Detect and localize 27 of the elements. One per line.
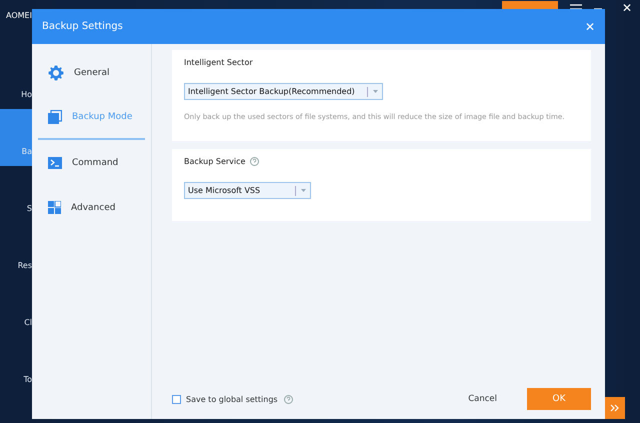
sidebar-item[interactable]: Ho (0, 52, 32, 109)
section-title: Backup Service (184, 157, 246, 166)
save-global-checkbox[interactable]: Save to global settings (172, 394, 278, 404)
close-button[interactable]: ✕ (614, 1, 640, 15)
app-title: AOMEI (6, 10, 32, 20)
sidebar-item[interactable]: Res (0, 223, 32, 280)
copy-icon (48, 110, 62, 124)
cancel-button[interactable]: Cancel (462, 393, 503, 405)
sidebar-item[interactable]: S (0, 166, 32, 223)
dialog-title: Backup Settings (42, 21, 124, 32)
caret-icon (301, 189, 306, 192)
dropdown[interactable]: Intelligent Sector Backup(Recommended) (184, 83, 383, 100)
gear-icon (48, 64, 64, 80)
next-button[interactable] (605, 397, 625, 419)
dropdown[interactable]: Use Microsoft VSS (184, 182, 311, 199)
grid-icon (48, 201, 61, 214)
help-icon[interactable] (284, 394, 293, 404)
checkbox[interactable] (172, 394, 181, 404)
help-icon[interactable] (250, 157, 260, 166)
sidebar-item[interactable]: To (0, 337, 32, 394)
nav-tab[interactable]: General (38, 50, 145, 95)
caret-icon (373, 90, 378, 93)
section-title: Intelligent Sector (184, 58, 253, 67)
nav-tab[interactable]: Advanced (38, 185, 145, 230)
nav-tab[interactable]: Command (38, 140, 145, 185)
terminal-icon (48, 156, 62, 168)
sidebar-item[interactable]: Cl (0, 280, 32, 337)
